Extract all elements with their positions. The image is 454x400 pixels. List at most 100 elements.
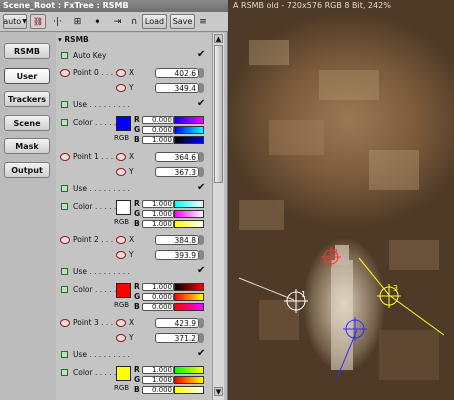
point2-y-animate-icon[interactable] bbox=[116, 251, 126, 259]
use3-checkmark-icon[interactable]: ✔ bbox=[197, 349, 205, 359]
color0-g-gradient[interactable] bbox=[174, 126, 204, 134]
auto-key-label: Auto Key bbox=[73, 51, 107, 60]
color3-b-gradient[interactable] bbox=[174, 386, 204, 394]
color2-b-field[interactable]: 0.000 bbox=[142, 303, 174, 311]
point3-y-field[interactable]: 371.2 bbox=[155, 333, 199, 343]
color1-checkbox[interactable] bbox=[61, 203, 68, 210]
sidebar-item-output[interactable]: Output bbox=[4, 162, 50, 178]
auto-dropdown[interactable]: auto ▼ bbox=[3, 14, 27, 29]
color1-b-field[interactable]: 1.000 bbox=[142, 220, 174, 228]
sidebar-item-trackers[interactable]: Trackers bbox=[4, 91, 50, 107]
color3-g-gradient[interactable] bbox=[174, 376, 204, 384]
color0-g-field[interactable]: 0.000 bbox=[142, 126, 174, 134]
use0-checkbox[interactable] bbox=[61, 101, 68, 108]
grid-icon[interactable]: ⊞ bbox=[69, 14, 86, 29]
use2-label: Use . . . . . . . . . bbox=[73, 267, 130, 276]
scroll-down-icon[interactable]: ▼ bbox=[214, 387, 223, 396]
use0-label: Use . . . . . . . . . bbox=[73, 100, 130, 109]
color1-b-gradient[interactable] bbox=[174, 220, 204, 228]
color1-g-field[interactable]: 1.000 bbox=[142, 210, 174, 218]
arrow-right-icon[interactable]: ➧ bbox=[89, 14, 106, 29]
scroll-up-icon[interactable]: ▲ bbox=[214, 34, 223, 43]
point2-animate-icon[interactable] bbox=[60, 236, 70, 244]
color0-b-gradient[interactable] bbox=[174, 136, 204, 144]
rgb-label: RGB bbox=[114, 301, 130, 309]
color2-g-gradient[interactable] bbox=[174, 293, 204, 301]
color3-b-field[interactable]: 0.000 bbox=[142, 386, 174, 394]
color1-swatch[interactable] bbox=[116, 200, 131, 215]
color3-checkbox[interactable] bbox=[61, 369, 68, 376]
color2-checkbox[interactable] bbox=[61, 286, 68, 293]
color3-swatch[interactable] bbox=[116, 366, 131, 381]
use2-checkbox[interactable] bbox=[61, 268, 68, 275]
color3-r-gradient[interactable] bbox=[174, 366, 204, 374]
point1-x-field[interactable]: 364.6 bbox=[155, 152, 199, 162]
color2-r-field[interactable]: 1.000 bbox=[142, 283, 174, 291]
color2-swatch[interactable] bbox=[116, 283, 131, 298]
point2-y-field[interactable]: 393.9 bbox=[155, 250, 199, 260]
vertical-scrollbar[interactable]: ▲ ▼ bbox=[212, 33, 224, 400]
point2-x-animate-icon[interactable] bbox=[116, 236, 126, 244]
link-icon[interactable]: ⛓ bbox=[30, 14, 46, 29]
point1-x-animate-icon[interactable] bbox=[116, 153, 126, 161]
point0-x-slider[interactable] bbox=[199, 68, 204, 78]
point2-x-field[interactable]: 384.8 bbox=[155, 235, 199, 245]
point0-x-field[interactable]: 402.6 bbox=[155, 68, 199, 78]
point0-x-animate-icon[interactable] bbox=[116, 69, 126, 77]
b-label: B bbox=[134, 385, 140, 394]
point3-x-slider[interactable] bbox=[199, 318, 204, 328]
use0-checkmark-icon[interactable]: ✔ bbox=[197, 99, 205, 109]
point1-animate-icon[interactable] bbox=[60, 153, 70, 161]
load-button[interactable]: Load bbox=[142, 14, 167, 29]
color3-g-field[interactable]: 1.000 bbox=[142, 376, 174, 384]
marker-2-label: 2 bbox=[333, 248, 338, 257]
use2-checkmark-icon[interactable]: ✔ bbox=[197, 266, 205, 276]
sidebar-item-rsmb[interactable]: RSMB bbox=[4, 43, 50, 59]
use3-checkbox[interactable] bbox=[61, 351, 68, 358]
b-label: B bbox=[134, 302, 140, 311]
point1-y-animate-icon[interactable] bbox=[116, 168, 126, 176]
sidebar-item-mask[interactable]: Mask bbox=[4, 138, 50, 154]
use1-checkmark-icon[interactable]: ✔ bbox=[197, 183, 205, 193]
point1-y-slider[interactable] bbox=[199, 167, 204, 177]
auto-key-checkmark-icon[interactable]: ✔ bbox=[197, 50, 205, 60]
menu-icon[interactable]: ≡ bbox=[198, 14, 208, 29]
color3-r-field[interactable]: 1.000 bbox=[142, 366, 174, 374]
image-viewer[interactable]: 1 2 3 A RSMB old - 720x576 RGB 8 Bit, 24… bbox=[229, 0, 454, 400]
auto-key-checkbox[interactable] bbox=[61, 52, 68, 59]
color0-r-field[interactable]: 0.000 bbox=[142, 116, 174, 124]
point2-x-slider[interactable] bbox=[199, 235, 204, 245]
color2-b-gradient[interactable] bbox=[174, 303, 204, 311]
point0-y-animate-icon[interactable] bbox=[116, 84, 126, 92]
use1-checkbox[interactable] bbox=[61, 185, 68, 192]
color2-g-field[interactable]: 0.000 bbox=[142, 293, 174, 301]
scrollbar-thumb[interactable] bbox=[214, 45, 223, 183]
node-header[interactable]: ▾ RSMB bbox=[58, 35, 89, 44]
color0-b-field[interactable]: 1.000 bbox=[142, 136, 174, 144]
point1-x-slider[interactable] bbox=[199, 152, 204, 162]
point0-animate-icon[interactable] bbox=[60, 69, 70, 77]
point2-y-slider[interactable] bbox=[199, 250, 204, 260]
headphones-icon[interactable]: ∩ bbox=[129, 14, 139, 29]
point1-y-field[interactable]: 367.3 bbox=[155, 167, 199, 177]
point-spread-icon[interactable]: ⋅|⋅ bbox=[49, 14, 66, 29]
sidebar-item-user[interactable]: User bbox=[4, 68, 50, 84]
save-button[interactable]: Save bbox=[170, 14, 195, 29]
arrow-box-icon[interactable]: ⇥ bbox=[109, 14, 126, 29]
color0-r-gradient[interactable] bbox=[174, 116, 204, 124]
color1-g-gradient[interactable] bbox=[174, 210, 204, 218]
point3-y-slider[interactable] bbox=[199, 333, 204, 343]
point3-y-animate-icon[interactable] bbox=[116, 334, 126, 342]
color2-r-gradient[interactable] bbox=[174, 283, 204, 291]
color1-r-gradient[interactable] bbox=[174, 200, 204, 208]
color0-swatch[interactable] bbox=[116, 116, 131, 131]
point3-animate-icon[interactable] bbox=[60, 319, 70, 327]
point3-x-field[interactable]: 423.9 bbox=[155, 318, 199, 328]
point3-x-animate-icon[interactable] bbox=[116, 319, 126, 327]
parameter-panel: Scene_Root : FxTree : RSMB auto ▼ ⛓ ⋅|⋅ ⊞… bbox=[0, 0, 228, 400]
point0-y-slider[interactable] bbox=[199, 83, 204, 93]
sidebar-item-scene[interactable]: Scene bbox=[4, 115, 50, 131]
color1-r-field[interactable]: 1.000 bbox=[142, 200, 174, 208]
color0-checkbox[interactable] bbox=[61, 119, 68, 126]
point0-y-field[interactable]: 349.4 bbox=[155, 83, 199, 93]
